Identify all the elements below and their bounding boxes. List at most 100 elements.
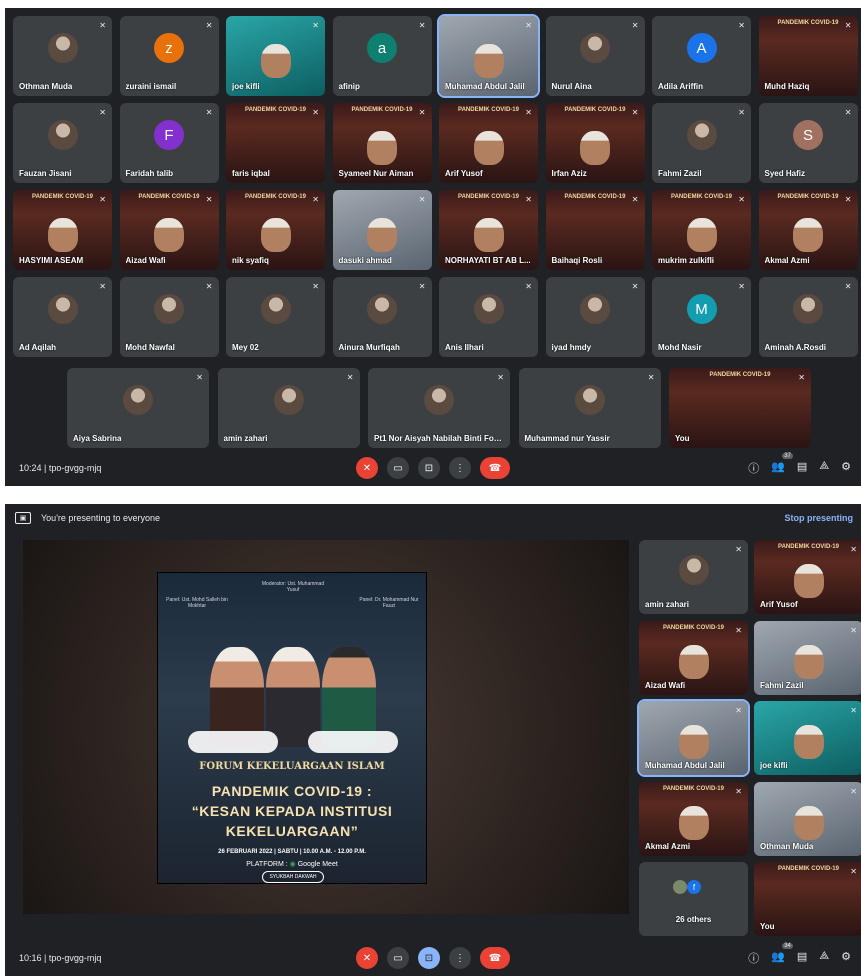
participant-tile[interactable]: ✕ Aiya Sabrina <box>67 368 209 448</box>
participant-video <box>473 217 504 252</box>
presenting-banner: ▣ You're presenting to everyone Stop pre… <box>5 504 861 532</box>
host-controls-icon[interactable]: ⚙ <box>841 950 851 966</box>
participant-tile[interactable]: ✕ Anis Ilhari <box>439 277 538 357</box>
bottom-toolbar: 10:16 | tpo-gvgg-mjq ✕ ▭ ⊡ ⋮ ☎ ⓘ 👥 34 ▤ ⟁… <box>5 940 861 976</box>
side-panel-controls: ⓘ 👥 34 ▤ ⟁ ⚙ <box>748 943 851 966</box>
participant-tile[interactable]: ✕ nik syafiq <box>226 190 325 270</box>
mic-toggle-button[interactable]: ✕ <box>356 947 378 969</box>
call-controls: ✕ ▭ ⊡ ⋮ ☎ <box>356 947 510 969</box>
participant-tile[interactable]: ✕ Akmal Azmi <box>639 781 748 856</box>
present-button[interactable]: ⊡ <box>418 457 440 479</box>
participant-tile[interactable]: ✕ You <box>669 368 811 448</box>
participant-tile[interactable]: ✕ Aminah A.Rosdi <box>758 277 858 357</box>
people-icon[interactable]: 👥 37 <box>771 453 793 476</box>
participant-tile[interactable]: ✕ dasuki ahmad <box>332 190 432 270</box>
mic-off-icon: ✕ <box>525 282 532 291</box>
meeting-info: 10:16 | tpo-gvgg-mjq <box>19 953 102 963</box>
participant-tile[interactable]: ✕ Fahmi Zazil <box>754 620 861 695</box>
avatar <box>47 33 78 63</box>
participant-video <box>793 217 823 252</box>
poster-date: 26 FEBRUARI 2022 | SABTU | 10.00 A.M. - … <box>218 849 366 855</box>
participant-tile[interactable]: ✕ Irfan Aziz <box>545 103 645 183</box>
avatar <box>580 294 610 324</box>
participant-tile[interactable]: ✕ Aizad Wafi <box>119 190 219 270</box>
participant-tile[interactable]: M ✕ Mohd Nasir <box>652 277 751 357</box>
host-controls-icon[interactable]: ⚙ <box>841 460 851 476</box>
stop-presenting-button[interactable]: Stop presenting <box>784 513 853 523</box>
participant-tile[interactable]: ✕ NORHAYATI BT AB L... <box>439 190 538 270</box>
participant-tile[interactable]: a ✕ afinip <box>332 16 432 96</box>
participant-tile[interactable]: ✕ mukrim zulkifli <box>652 190 751 270</box>
camera-toggle-button[interactable]: ▭ <box>387 947 409 969</box>
leave-call-button[interactable]: ☎ <box>480 457 510 479</box>
participant-tile[interactable]: ✕ Arif Yusof <box>439 103 538 183</box>
participant-tile[interactable]: ✕ Baihaqi Rosli <box>545 190 645 270</box>
mic-off-icon: ✕ <box>205 21 213 30</box>
participant-tile[interactable]: ✕ joe kifli <box>226 16 325 96</box>
participant-tile[interactable]: ✕ Arif Yusof <box>754 540 861 614</box>
participant-tile[interactable]: ✕ faris iqbal <box>226 103 325 183</box>
side-panel-controls: ⓘ 👥 37 ▤ ⟁ ⚙ <box>748 453 851 476</box>
participant-tile[interactable]: ✕ Muhammad nur Yassir <box>518 368 661 448</box>
info-icon[interactable]: ⓘ <box>748 460 759 476</box>
avatar: A <box>686 33 717 63</box>
chat-icon[interactable]: ▤ <box>797 950 807 966</box>
speaking-icon: ✕ <box>735 706 742 715</box>
participant-tile[interactable]: ✕ Syameel Nur Aiman <box>332 103 432 183</box>
participant-tile[interactable]: ✕ You <box>754 862 861 936</box>
participant-name: faris iqbal <box>232 169 270 178</box>
participant-tile[interactable]: ✕ joe kifli <box>754 701 861 775</box>
participant-tile[interactable]: ✕ amin zahari <box>639 540 748 614</box>
mic-toggle-button[interactable]: ✕ <box>356 457 378 479</box>
present-button[interactable]: ⊡ <box>418 947 440 969</box>
participant-tile[interactable]: F ✕ Faridah talib <box>119 103 219 183</box>
camera-toggle-button[interactable]: ▭ <box>387 457 409 479</box>
more-options-button[interactable]: ⋮ <box>449 947 471 969</box>
participant-video <box>154 217 184 252</box>
participant-tile[interactable]: z ✕ zuraini ismail <box>119 16 219 96</box>
participant-name: nik syafiq <box>232 256 269 265</box>
participant-tile[interactable]: ✕ Muhd Haziq <box>758 16 858 96</box>
participant-name: amin zahari <box>223 434 268 443</box>
info-icon[interactable]: ⓘ <box>748 950 759 966</box>
participant-tile[interactable]: ✕ Othman Muda <box>754 781 861 856</box>
participant-tile[interactable]: ✕ Fahmi Zazil <box>652 103 751 183</box>
avatar: z <box>154 33 184 63</box>
participant-tile[interactable]: ✕ Muhamad Abdul Jalil <box>437 14 540 98</box>
participant-tile[interactable]: ✕ Pt1 Nor Aisyah Nabilah Binti Fozuni <box>368 368 510 448</box>
mic-off-icon: ✕ <box>738 282 745 291</box>
participant-tile[interactable]: ✕ Aizad Wafi <box>639 620 748 695</box>
participant-tile[interactable]: ✕ Mey 02 <box>226 277 325 357</box>
meeting-code[interactable]: tpo-gvgg-mjq <box>49 463 102 473</box>
participant-tile[interactable]: S ✕ Syed Hafiz <box>758 103 858 183</box>
participant-tile[interactable]: ✕ Muhamad Abdul Jalil <box>637 699 750 777</box>
participant-tile[interactable]: ✕ Ad Aqilah <box>13 277 112 357</box>
participant-name: Muhd Haziq <box>764 82 810 91</box>
meeting-code[interactable]: tpo-gvgg-mjq <box>49 953 102 963</box>
participant-tile[interactable]: A ✕ Adila Ariffin <box>652 16 751 96</box>
participant-name: Aiya Sabrina <box>73 434 122 443</box>
participant-name: Akmal Azmi <box>764 256 810 265</box>
participant-tile[interactable]: ✕ iyad hmdy <box>545 277 645 357</box>
activities-icon[interactable]: ⟁ <box>819 950 829 966</box>
participant-tile[interactable]: ✕ Othman Muda <box>13 16 112 96</box>
participant-tile[interactable]: ✕ Mohd Nawfal <box>119 277 219 357</box>
participant-tile[interactable]: ✕ Fauzan Jisani <box>13 103 112 183</box>
more-options-button[interactable]: ⋮ <box>449 457 471 479</box>
chat-icon[interactable]: ▤ <box>797 460 807 476</box>
presentation-stage: Panel: Ust. Mohd Salleh bin Mokhtar Mode… <box>23 540 629 914</box>
mic-off-icon: ✕ <box>205 195 213 204</box>
leave-call-button[interactable]: ☎ <box>480 947 510 969</box>
people-icon[interactable]: 👥 34 <box>771 943 793 966</box>
participant-tile[interactable]: ✕ Akmal Azmi <box>758 190 858 270</box>
mic-off-icon: ✕ <box>631 282 639 291</box>
participant-tile[interactable]: f 26 others <box>639 862 748 936</box>
participant-tile[interactable]: ✕ amin zahari <box>217 368 360 448</box>
participant-tile[interactable]: ✕ Nurul Aina <box>545 16 645 96</box>
activities-icon[interactable]: ⟁ <box>819 460 829 476</box>
mic-off-icon: ✕ <box>312 108 319 117</box>
participant-tile[interactable]: ✕ Ainura Murfiqah <box>332 277 432 357</box>
mic-off-icon: ✕ <box>418 195 426 204</box>
mic-off-icon: ✕ <box>850 545 857 554</box>
participant-tile[interactable]: ✕ HASYIMI ASEAM <box>13 190 112 270</box>
